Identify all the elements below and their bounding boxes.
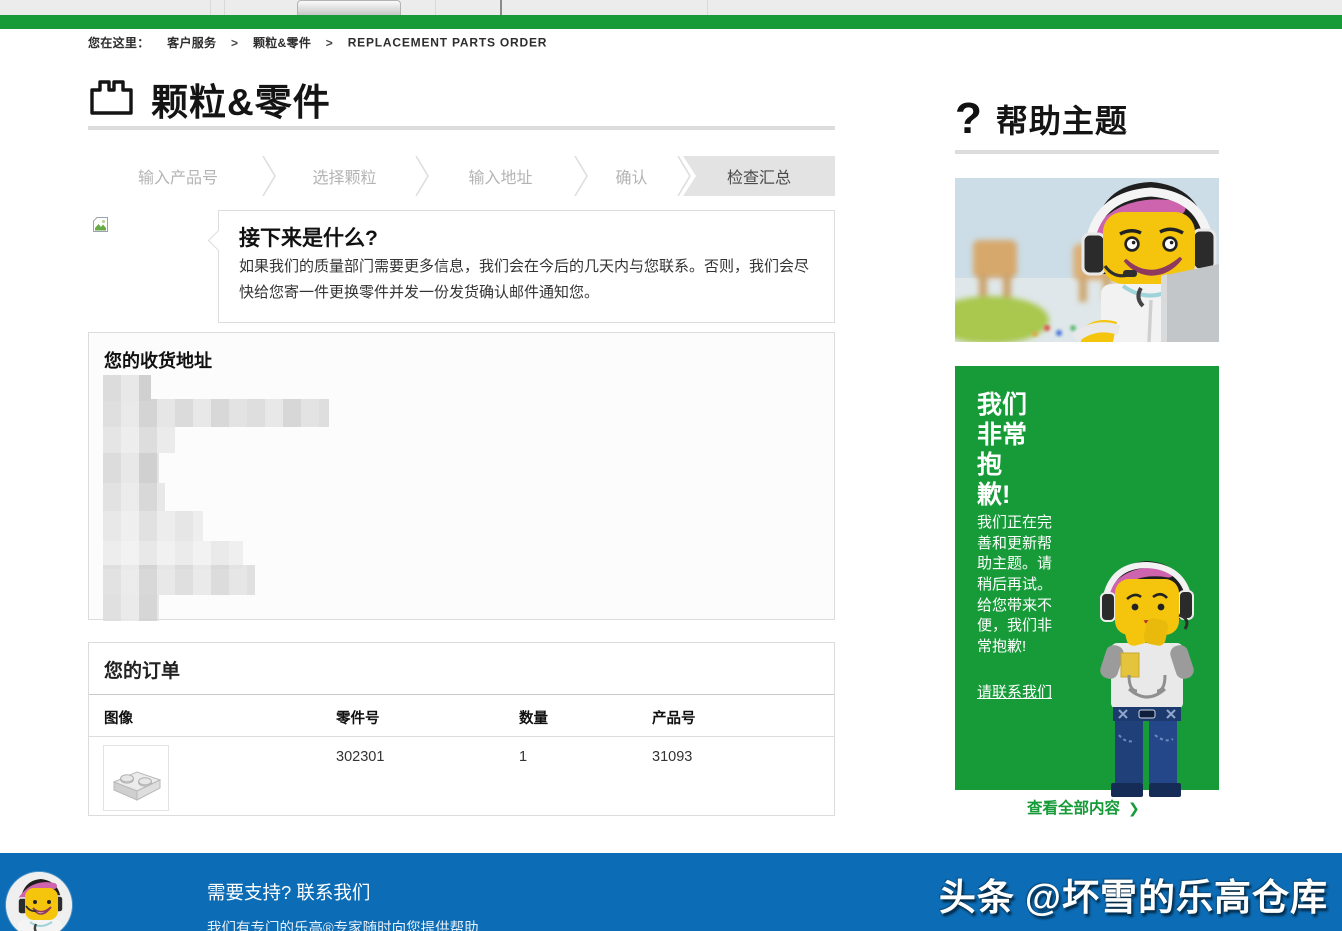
chrome-divider [707, 0, 708, 15]
step-enter-address[interactable]: 输入地址 [421, 156, 580, 196]
step-chevron-icon [677, 156, 691, 196]
top-green-brand-bar [0, 15, 1342, 29]
chrome-divider [435, 0, 436, 15]
table-row: 302301 1 31093 [89, 737, 834, 819]
col-part-number: 零件号 [336, 707, 380, 728]
sorry-minifig-illustration [1083, 557, 1211, 802]
help-error-panel: 我们非常抱歉! 我们正在完善和更新帮助主题。请稍后再试。给您带来不便，我们非常抱… [955, 366, 1219, 790]
page-title-text: 颗粒&零件 [151, 72, 331, 126]
breadcrumb-item-bricks-parts[interactable]: 颗粒&零件 [253, 36, 311, 50]
wizard-steps: 输入产品号 选择颗粒 输入地址 确认 检查汇总 [88, 156, 835, 196]
page-title: 颗粒&零件 [88, 72, 331, 126]
footer-support-bar: 需要支持? 联系我们 我们有专门的乐高®专家随时向您提供帮助 头条@坏雪的乐高仓… [0, 853, 1342, 931]
step-confirm[interactable]: 确认 [580, 156, 683, 196]
contact-us-link[interactable]: 请联系我们 [977, 682, 1059, 704]
chrome-divider [224, 0, 225, 15]
order-table-header: 图像 零件号 数量 产品号 [89, 695, 834, 737]
col-image: 图像 [104, 707, 133, 728]
breadcrumb-separator: > [231, 36, 238, 50]
shipping-address-card: 您的收货地址 [88, 332, 835, 620]
customer-service-minifig-photo [955, 178, 1219, 342]
sorry-title: 我们非常抱歉! [977, 390, 1035, 510]
breadcrumb-prefix: 您在这里： [88, 36, 150, 50]
question-mark-icon: ? [955, 97, 982, 141]
col-quantity: 数量 [519, 707, 548, 728]
brick-outline-icon [88, 77, 135, 122]
order-card: 您的订单 图像 零件号 数量 产品号 302301 1 31093 [88, 642, 835, 816]
breadcrumb: 您在这里： 客户服务 > 颗粒&零件 > REPLACEMENT PARTS O… [88, 34, 547, 51]
shipping-address-title: 您的收货地址 [89, 333, 834, 379]
breadcrumb-item-customer-service[interactable]: 客户服务 [167, 36, 216, 50]
chrome-divider [500, 0, 502, 15]
broken-image-icon [92, 216, 109, 238]
chevron-right-icon: ❯ [1128, 800, 1140, 816]
whats-next-body: 如果我们的质量部门需要更多信息，我们会在今后的几天内与您联系。否则，我们会尽快给… [239, 254, 814, 307]
step-chevron-icon [415, 156, 429, 196]
order-title: 您的订单 [89, 643, 834, 695]
support-agent-avatar [6, 872, 72, 931]
replacement-parts-order-page: 您在这里： 客户服务 > 颗粒&零件 > REPLACEMENT PARTS O… [0, 0, 1342, 931]
browser-chrome-strip [0, 0, 1342, 15]
watermark-bold: 头条 [939, 877, 1015, 918]
cell-product-number: 31093 [652, 749, 692, 765]
chrome-divider [210, 0, 211, 15]
browser-tab[interactable] [297, 0, 401, 15]
step-review-summary-active[interactable]: 检查汇总 [683, 156, 835, 196]
watermark-text: 头条@坏雪的乐高仓库 [939, 867, 1328, 921]
breadcrumb-separator: > [326, 36, 333, 50]
step-chevron-icon [574, 156, 588, 196]
whats-next-infobox: 接下来是什么? 如果我们的质量部门需要更多信息，我们会在今后的几天内与您联系。否… [218, 210, 835, 323]
cell-quantity: 1 [519, 749, 527, 765]
step-enter-product-number[interactable]: 输入产品号 [88, 156, 268, 196]
help-topics-header: ? 帮助主题 [955, 96, 1128, 142]
step-select-bricks[interactable]: 选择颗粒 [268, 156, 421, 196]
breadcrumb-item-current: REPLACEMENT PARTS ORDER [348, 36, 548, 50]
step-chevron-icon [262, 156, 276, 196]
view-all-content-link[interactable]: 查看全部内容 ❯ [1027, 796, 1140, 818]
col-product-number: 产品号 [652, 707, 696, 728]
footer-support-subtitle: 我们有专门的乐高®专家随时向您提供帮助 [207, 917, 479, 931]
part-thumbnail-image [103, 745, 169, 811]
footer-contact-us-link[interactable]: 需要支持? 联系我们 [207, 879, 370, 905]
whats-next-title: 接下来是什么? [239, 222, 814, 252]
sorry-body: 我们正在完善和更新帮助主题。请稍后再试。给您带来不便，我们非常抱歉! [977, 513, 1059, 658]
help-topics-title: 帮助主题 [996, 96, 1128, 142]
view-all-label[interactable]: 查看全部内容 [1027, 800, 1120, 817]
title-divider [88, 126, 835, 130]
cell-part-number: 302301 [336, 749, 384, 765]
help-divider [955, 150, 1219, 154]
